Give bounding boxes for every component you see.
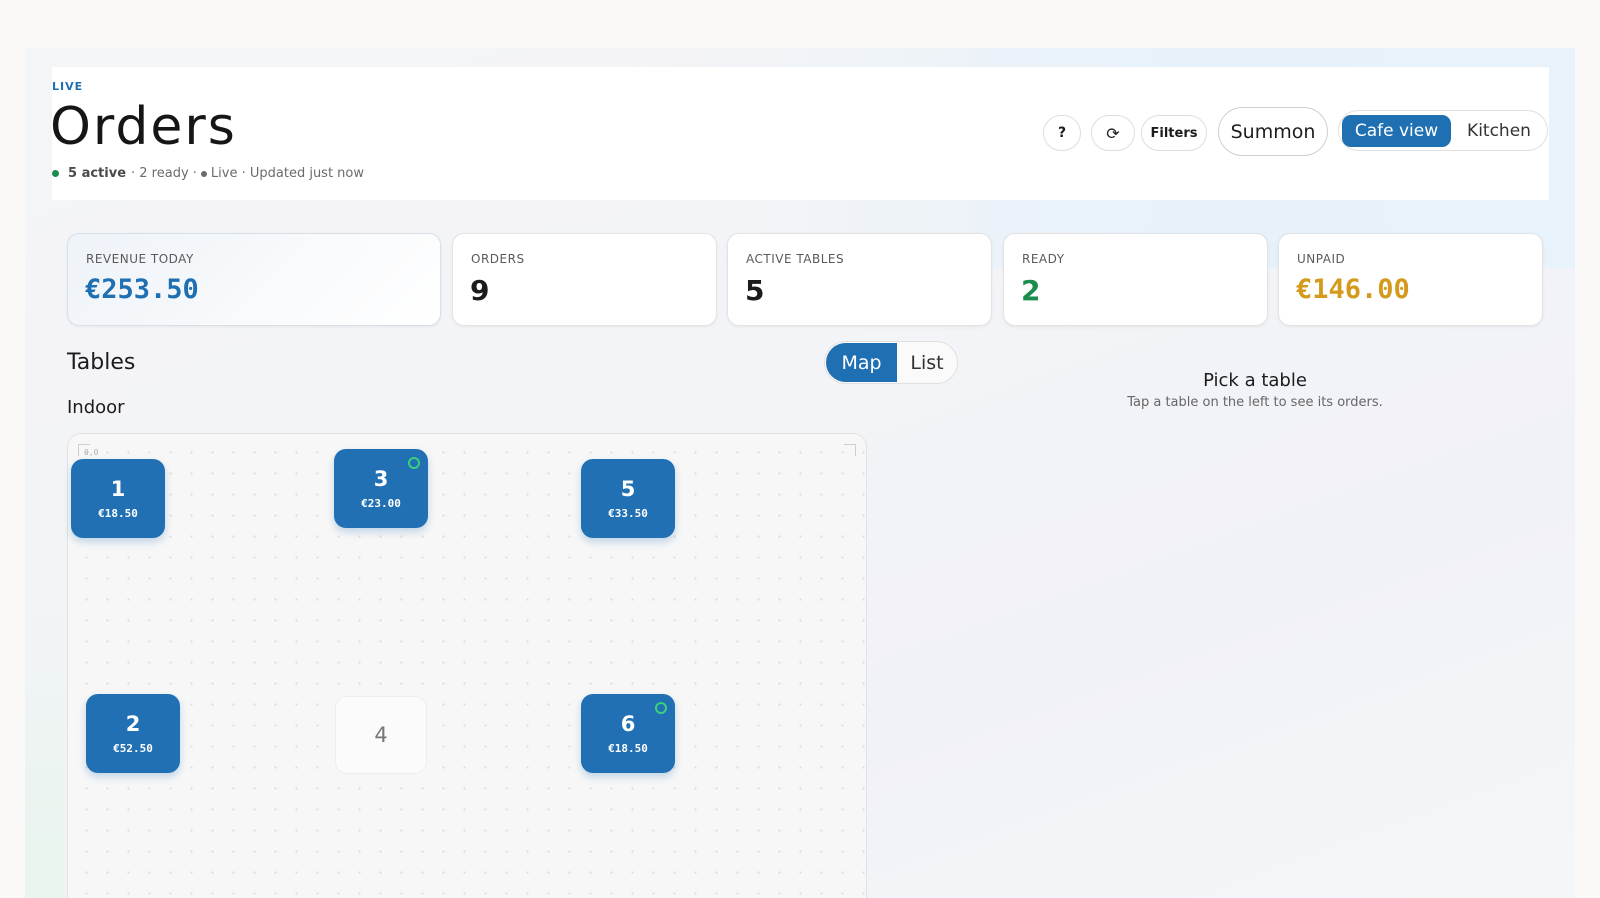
refresh-icon: ⟳ (1106, 123, 1120, 143)
page-header: LIVE Orders 5 active · 2 ready · Live · … (50, 67, 1549, 200)
live-dot-icon (200, 170, 207, 177)
cafe-view-tab[interactable]: Cafe view (1342, 115, 1451, 147)
ready-count: · 2 ready · (131, 166, 197, 181)
origin-label: 0,0 (84, 448, 99, 457)
active-dot-icon (52, 170, 59, 177)
refresh-button[interactable]: ⟳ (1091, 115, 1135, 151)
filters-button[interactable]: Filters (1141, 115, 1207, 151)
area-title: Indoor (67, 397, 125, 418)
kpi-value: 2 (1021, 274, 1041, 307)
table-amount: €52.50 (113, 742, 153, 755)
corner-mark (844, 444, 856, 456)
kpi-value: €146.00 (1296, 274, 1410, 305)
table-number: 6 (620, 712, 636, 736)
status-line: 5 active · 2 ready · Live · Updated just… (52, 166, 364, 181)
summon-button[interactable]: Summon (1218, 107, 1328, 156)
detail-empty-subtitle: Tap a table on the left to see its order… (1127, 395, 1383, 410)
table-number: 2 (125, 712, 141, 736)
kpi-label: ACTIVE TABLES (746, 252, 845, 266)
page-title: Orders (50, 97, 237, 157)
table-amount: €33.50 (608, 507, 648, 520)
kpi-active-tables: ACTIVE TABLES 5 (727, 233, 992, 326)
kpi-label: ORDERS (471, 252, 525, 266)
live-tag: LIVE (52, 80, 84, 93)
side-glow (25, 560, 65, 898)
table-number: 4 (374, 723, 388, 747)
kpi-unpaid: UNPAID €146.00 (1278, 233, 1543, 326)
kpi-value: 9 (470, 274, 490, 307)
table-tile-6[interactable]: 6 €18.50 (581, 694, 675, 773)
table-tile-3[interactable]: 3 €23.00 (334, 449, 428, 528)
table-amount: €18.50 (98, 507, 138, 520)
table-tile-4[interactable]: 4 (335, 696, 427, 774)
tables-section-title: Tables (67, 350, 136, 375)
table-number: 3 (373, 467, 389, 491)
ready-indicator-icon (655, 702, 667, 714)
active-count: 5 active (68, 166, 127, 181)
kitchen-tab[interactable]: Kitchen (1456, 115, 1542, 147)
kpi-label: UNPAID (1297, 252, 1346, 266)
table-number: 1 (110, 477, 126, 501)
map-view-tab[interactable]: Map (826, 343, 897, 382)
kpi-ready: READY 2 (1003, 233, 1268, 326)
kpi-label: REVENUE TODAY (86, 252, 194, 266)
map-list-toggle: Map List (824, 341, 958, 384)
kpi-orders: ORDERS 9 (452, 233, 717, 326)
table-tile-5[interactable]: 5 €33.50 (581, 459, 675, 538)
kpi-revenue-today: REVENUE TODAY €253.50 (67, 233, 441, 326)
table-amount: €23.00 (361, 497, 401, 510)
kpi-label: READY (1022, 252, 1065, 266)
detail-empty-title: Pick a table (1203, 370, 1307, 391)
table-amount: €18.50 (608, 742, 648, 755)
floor-map: 0,0 1 €18.50 3 €23.00 5 €33.50 2 €52.50 … (67, 433, 867, 898)
live-updated: Live · Updated just now (210, 166, 365, 181)
list-view-tab[interactable]: List (897, 343, 957, 382)
kpi-value: 5 (745, 274, 765, 307)
table-tile-1[interactable]: 1 €18.50 (71, 459, 165, 538)
table-number: 5 (620, 477, 636, 501)
table-tile-2[interactable]: 2 €52.50 (86, 694, 180, 773)
view-toggle: Cafe view Kitchen (1338, 110, 1548, 151)
kpi-value: €253.50 (85, 274, 199, 305)
ready-indicator-icon (408, 457, 420, 469)
help-button[interactable]: ? (1043, 115, 1081, 151)
